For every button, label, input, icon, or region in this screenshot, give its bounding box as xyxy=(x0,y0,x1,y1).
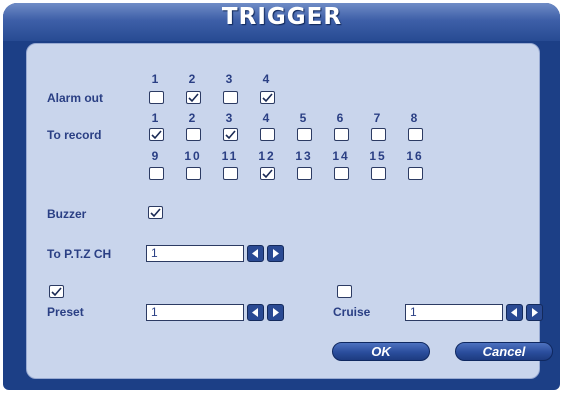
alarm-out-number: 4 xyxy=(262,72,272,86)
record-channel-checkbox[interactable] xyxy=(334,128,349,141)
record-channel-checkbox[interactable] xyxy=(149,128,164,141)
record-channel-checkbox[interactable] xyxy=(223,128,238,141)
ptz-channel-field[interactable]: 1 xyxy=(146,245,244,262)
check-icon xyxy=(262,169,273,179)
check-icon xyxy=(188,93,199,103)
record-channel-number: 7 xyxy=(373,111,383,125)
settings-panel xyxy=(26,43,540,379)
to-record-label: To record xyxy=(47,128,102,142)
arrow-right-icon xyxy=(273,249,279,258)
buzzer-label: Buzzer xyxy=(47,207,87,221)
check-icon xyxy=(262,93,273,103)
record-channel-number: 5 xyxy=(299,111,309,125)
record-channel-checkbox[interactable] xyxy=(297,128,312,141)
arrow-right-icon xyxy=(532,308,538,317)
alarm-out-checkbox[interactable] xyxy=(223,91,238,104)
cruise-field[interactable]: 1 xyxy=(405,304,503,321)
cancel-button[interactable]: Cancel xyxy=(455,342,553,361)
cruise-checkbox[interactable] xyxy=(337,285,352,298)
arrow-left-icon xyxy=(511,308,517,317)
record-channel-checkbox[interactable] xyxy=(223,167,238,180)
alarm-out-number: 2 xyxy=(188,72,198,86)
record-channel-checkbox[interactable] xyxy=(371,128,386,141)
preset-checkbox[interactable] xyxy=(49,285,64,298)
record-channel-checkbox[interactable] xyxy=(334,167,349,180)
record-channel-number: 14 xyxy=(332,149,350,163)
cruise-label: Cruise xyxy=(333,305,371,319)
arrow-right-icon xyxy=(273,308,279,317)
record-channel-number: 13 xyxy=(295,149,313,163)
arrow-left-icon xyxy=(252,249,258,258)
check-icon xyxy=(51,287,62,297)
record-channel-number: 16 xyxy=(406,149,424,163)
alarm-out-label: Alarm out xyxy=(47,91,104,105)
record-channel-checkbox[interactable] xyxy=(297,167,312,180)
record-channel-number: 3 xyxy=(225,111,235,125)
record-channel-checkbox[interactable] xyxy=(260,167,275,180)
record-channel-checkbox[interactable] xyxy=(186,128,201,141)
ok-button[interactable]: OK xyxy=(332,342,430,361)
record-channel-number: 11 xyxy=(221,149,239,163)
record-channel-number: 6 xyxy=(336,111,346,125)
check-icon xyxy=(225,130,236,140)
ptz-next-button[interactable] xyxy=(267,245,284,262)
record-channel-checkbox[interactable] xyxy=(260,128,275,141)
alarm-out-checkbox[interactable] xyxy=(149,91,164,104)
arrow-left-icon xyxy=(252,308,258,317)
preset-label: Preset xyxy=(47,305,84,319)
preset-next-button[interactable] xyxy=(267,304,284,321)
record-channel-number: 10 xyxy=(184,149,202,163)
alarm-out-number: 1 xyxy=(151,72,161,86)
check-icon xyxy=(150,208,161,218)
record-channel-checkbox[interactable] xyxy=(408,128,423,141)
alarm-out-checkbox[interactable] xyxy=(186,91,201,104)
buzzer-checkbox[interactable] xyxy=(148,206,163,219)
record-channel-number: 9 xyxy=(151,149,161,163)
alarm-out-checkbox[interactable] xyxy=(260,91,275,104)
ptz-prev-button[interactable] xyxy=(247,245,264,262)
preset-field[interactable]: 1 xyxy=(146,304,244,321)
record-channel-number: 8 xyxy=(410,111,420,125)
cruise-prev-button[interactable] xyxy=(506,304,523,321)
preset-prev-button[interactable] xyxy=(247,304,264,321)
record-channel-number: 1 xyxy=(151,111,161,125)
record-channel-checkbox[interactable] xyxy=(186,167,201,180)
record-channel-number: 4 xyxy=(262,111,272,125)
to-ptz-label: To P.T.Z CH xyxy=(47,247,112,261)
record-channel-checkbox[interactable] xyxy=(408,167,423,180)
record-channel-checkbox[interactable] xyxy=(371,167,386,180)
check-icon xyxy=(151,130,162,140)
record-channel-number: 15 xyxy=(369,149,387,163)
alarm-out-number: 3 xyxy=(225,72,235,86)
record-channel-checkbox[interactable] xyxy=(149,167,164,180)
record-channel-number: 12 xyxy=(258,149,276,163)
record-channel-number: 2 xyxy=(188,111,198,125)
cruise-next-button[interactable] xyxy=(526,304,543,321)
dialog-title: TRIGGER xyxy=(221,4,343,30)
